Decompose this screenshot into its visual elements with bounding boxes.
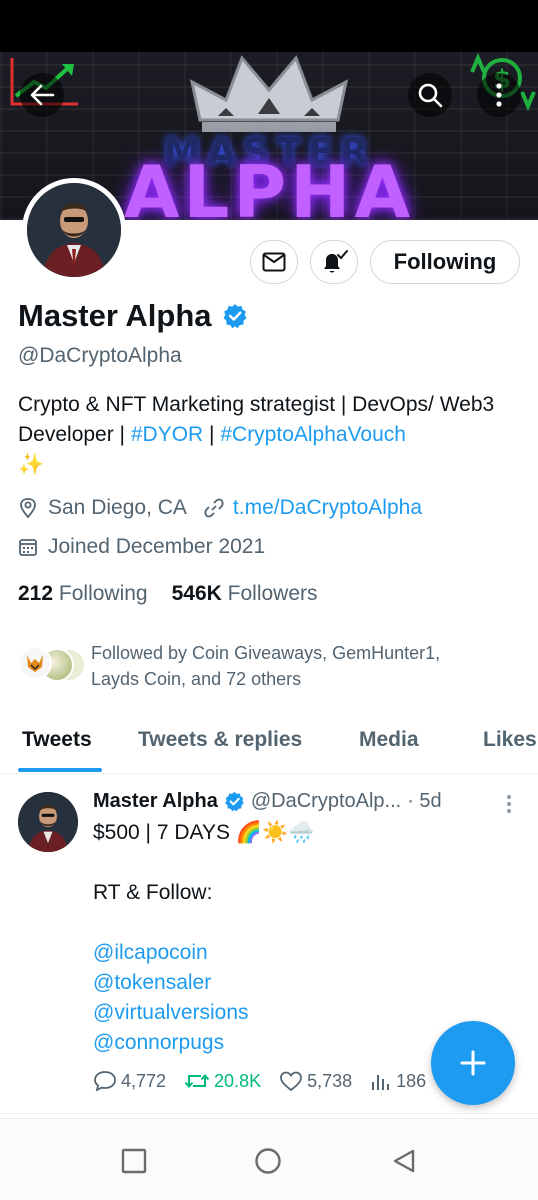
avatar-portrait [18, 792, 78, 852]
home-button[interactable] [254, 1147, 282, 1175]
tweet-author-name[interactable]: Master Alpha [93, 790, 218, 813]
following-count-link[interactable]: 212 Following [18, 582, 148, 606]
followed-by-line: Layds Coin, and 72 others [91, 669, 302, 689]
tab-likes[interactable]: Likes [483, 728, 537, 752]
tweet-avatar[interactable] [18, 792, 78, 852]
mention-link[interactable]: @connorpugs [93, 1028, 314, 1058]
tab-tweets-replies[interactable]: Tweets & replies [138, 728, 302, 752]
search-button[interactable] [408, 73, 452, 117]
following-count: 212 [18, 582, 54, 605]
like-button[interactable]: 5,738 [279, 1070, 352, 1092]
tweet-timestamp[interactable]: · 5d [407, 790, 441, 813]
system-nav-bar [0, 1118, 538, 1200]
profile-name-row: Master Alpha [18, 298, 248, 334]
verified-badge-icon [225, 791, 244, 812]
following-label: Following [58, 582, 148, 605]
profile-handle: @DaCryptoAlpha [18, 344, 182, 367]
bio-separator: | [203, 423, 221, 446]
compose-tweet-button[interactable] [431, 1021, 515, 1105]
more-options-button[interactable] [477, 73, 521, 117]
tweet-text: $500 | 7 DAYS 🌈☀️🌧️ RT & Follow: @ilcapo… [93, 818, 314, 1058]
tab-media[interactable]: Media [359, 728, 419, 752]
heart-icon [280, 1071, 302, 1092]
more-vertical-icon [496, 83, 502, 107]
followers-count: 546K [171, 582, 222, 605]
location-text: San Diego, CA [48, 496, 187, 519]
verified-badge-icon [223, 304, 246, 329]
profile-tabs: Tweets Tweets & replies Media Likes [0, 716, 538, 774]
back-arrow-icon [30, 84, 55, 106]
joined-text: Joined December 2021 [48, 535, 266, 558]
back-button[interactable] [20, 73, 64, 117]
envelope-icon [262, 252, 286, 272]
reply-button[interactable]: 4,772 [93, 1070, 166, 1092]
notifications-button[interactable] [310, 240, 358, 284]
tab-tweets[interactable]: Tweets [22, 728, 92, 752]
followers-count-link[interactable]: 546K Followers [172, 582, 318, 606]
joined-row: Joined December 2021 [18, 535, 265, 559]
hashtag-link[interactable]: #CryptoAlphaVouch [220, 423, 406, 446]
message-button[interactable] [250, 240, 298, 284]
location-pin-icon [20, 498, 36, 519]
crown-icon [189, 55, 349, 132]
mention-link[interactable]: @ilcapocoin [93, 938, 314, 968]
bell-check-icon [324, 250, 348, 273]
followed-by-text: Followed by Coin Giveaways, GemHunter1, … [91, 640, 501, 692]
tweet-header: Master Alpha @DaCryptoAlp... · 5d [93, 790, 442, 813]
fox-logo-icon [27, 655, 43, 672]
active-tab-indicator [18, 768, 102, 772]
views-count: 186 [396, 1070, 427, 1091]
like-count: 5,738 [307, 1070, 353, 1091]
status-bar [0, 0, 538, 52]
retweet-button[interactable]: 20.8K [184, 1070, 261, 1092]
circle-icon [255, 1148, 281, 1174]
followed-by-row[interactable]: Followed by Coin Giveaways, GemHunter1, … [18, 640, 501, 692]
bio-emoji: ✨ [18, 453, 45, 476]
profile-bio: Crypto & NFT Marketing strategist | DevO… [18, 390, 518, 480]
views-chart-icon [372, 1075, 390, 1090]
followers-label: Followers [227, 582, 318, 605]
tweet-line: $500 | 7 DAYS 🌈☀️🌧️ [93, 821, 315, 844]
reply-icon [94, 1071, 116, 1092]
hashtag-link[interactable]: #DYOR [131, 423, 203, 446]
retweet-count: 20.8K [214, 1070, 262, 1091]
plus-icon [460, 1050, 486, 1076]
calendar-icon [19, 539, 37, 556]
mention-link[interactable]: @virtualversions [93, 998, 314, 1028]
follow-counts: 212 Following 546K Followers [18, 582, 318, 606]
square-icon [121, 1148, 147, 1174]
views-button[interactable]: 186 [370, 1070, 426, 1092]
location-website-row: San Diego, CA t.me/DaCryptoAlpha [18, 496, 422, 520]
triangle-back-icon [393, 1149, 415, 1173]
tweet-author-handle[interactable]: @DaCryptoAlp... [251, 790, 401, 813]
website-link[interactable]: t.me/DaCryptoAlpha [233, 496, 422, 520]
mention-link[interactable]: @tokensaler [93, 968, 314, 998]
profile-avatar[interactable] [22, 178, 126, 282]
search-icon [418, 83, 443, 108]
display-name: Master Alpha [18, 298, 212, 333]
reply-count: 4,772 [121, 1070, 167, 1091]
tweet-more-icon[interactable] [505, 794, 513, 814]
recents-button[interactable] [120, 1147, 148, 1175]
avatar-portrait [27, 183, 121, 277]
retweet-icon [184, 1073, 210, 1089]
back-nav-button[interactable] [390, 1147, 418, 1175]
tweet-line: RT & Follow: [93, 881, 213, 904]
following-button[interactable]: Following [370, 240, 520, 284]
link-icon [204, 498, 224, 518]
tweet-actions: 4,772 20.8K 5,738 186 [93, 1070, 444, 1092]
follower-avatar [18, 646, 52, 680]
followed-by-line: Followed by Coin Giveaways, GemHunter1, [91, 643, 441, 663]
